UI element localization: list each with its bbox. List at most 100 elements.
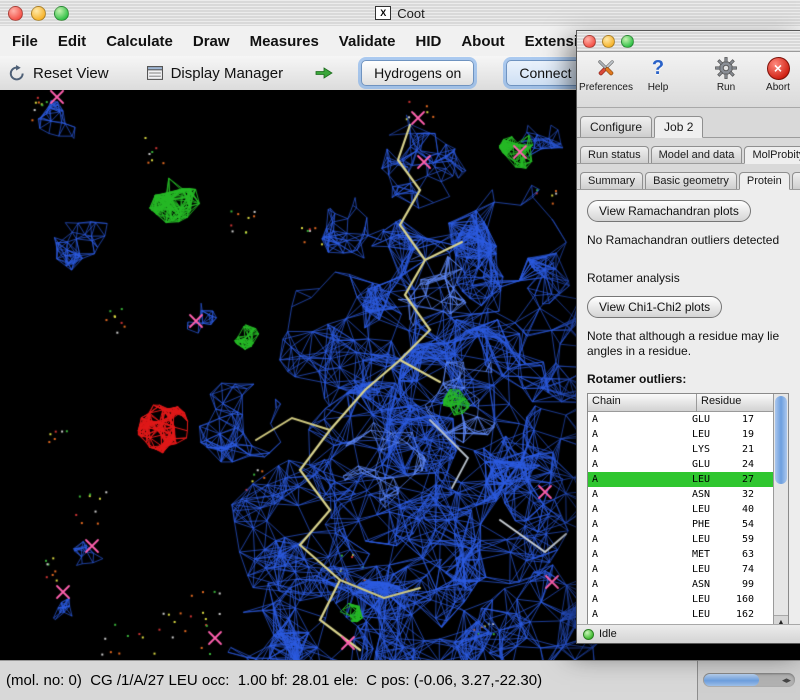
cell-residue: PHE xyxy=(692,519,728,530)
tab-model-and-data[interactable]: Model and data xyxy=(651,146,743,163)
atom-status-text: (mol. no: 0) CG /1/A/27 LEU occ: 1.00 bf… xyxy=(6,672,542,689)
reset-view-icon[interactable] xyxy=(8,65,25,82)
horizontal-scrollbar[interactable]: ◂▸ xyxy=(703,673,795,687)
minimize-button[interactable] xyxy=(31,6,46,21)
menu-draw[interactable]: Draw xyxy=(183,29,240,54)
run-button[interactable]: Run xyxy=(700,55,752,93)
status-dot-icon xyxy=(583,629,594,640)
column-header-chain[interactable]: Chain xyxy=(588,394,697,411)
table-row[interactable]: A LEU 162 xyxy=(588,607,773,622)
tool-status-text: Idle xyxy=(599,628,617,640)
cell-number: 21 xyxy=(728,444,754,455)
cell-residue: GLU xyxy=(692,414,728,425)
rotamer-analysis-label: Rotamer analysis xyxy=(587,271,800,285)
cell-chain: A xyxy=(588,549,692,560)
close-button[interactable] xyxy=(8,6,23,21)
tab-run-status[interactable]: Run status xyxy=(580,146,649,163)
main-titlebar[interactable]: X Coot xyxy=(0,0,800,27)
tool-zoom-button[interactable] xyxy=(621,35,634,48)
table-row[interactable]: A ASN 99 xyxy=(588,577,773,592)
menu-validate[interactable]: Validate xyxy=(329,29,406,54)
tab-molprobity[interactable]: MolProbity xyxy=(744,146,800,164)
preferences-button[interactable]: Preferences xyxy=(580,55,632,93)
table-row[interactable]: A GLU 24 xyxy=(588,457,773,472)
rotamer-table-body: A GLU 17 A LEU 19 A LYS 21 A GLU 24 A LE… xyxy=(588,412,773,624)
table-row[interactable]: A PHE 54 xyxy=(588,517,773,532)
connect-button[interactable]: Connect xyxy=(506,60,584,86)
hydrogens-toggle-button[interactable]: Hydrogens on xyxy=(361,60,474,86)
gear-icon xyxy=(713,55,739,81)
tab-basic-geometry[interactable]: Basic geometry xyxy=(645,172,737,189)
horizontal-scrollbar-thumb[interactable] xyxy=(704,674,759,686)
protein-validation-panel: View Ramachandran plots No Ramachandran … xyxy=(577,190,800,624)
cell-chain: A xyxy=(588,594,692,605)
cell-chain: A xyxy=(588,519,692,530)
table-row[interactable]: A LEU 27 xyxy=(588,472,773,487)
menu-file[interactable]: File xyxy=(2,29,48,54)
menu-hid[interactable]: HID xyxy=(406,29,452,54)
menu-about[interactable]: About xyxy=(451,29,514,54)
menu-edit[interactable]: Edit xyxy=(48,29,96,54)
scroll-up-icon[interactable]: ▲ xyxy=(778,619,785,624)
tab-configure[interactable]: Configure xyxy=(580,116,652,137)
rotamer-outliers-label: Rotamer outliers: xyxy=(587,372,800,386)
table-header: Chain Residue xyxy=(588,394,773,412)
table-row[interactable]: A LEU 160 xyxy=(588,592,773,607)
cell-number: 59 xyxy=(728,534,754,545)
table-row[interactable]: A LEU 19 xyxy=(588,427,773,442)
table-row[interactable]: A LYS 21 xyxy=(588,442,773,457)
menu-calculate[interactable]: Calculate xyxy=(96,29,183,54)
scrollbar-arrows-icon[interactable]: ◂▸ xyxy=(782,674,791,686)
tab-job-2[interactable]: Job 2 xyxy=(654,116,703,138)
bottom-right-scroll-panel: ◂▸ xyxy=(697,660,800,700)
cell-number: 32 xyxy=(728,489,754,500)
cell-chain: A xyxy=(588,609,692,620)
tab-protein[interactable]: Protein xyxy=(739,172,790,190)
cell-residue: LYS xyxy=(692,444,728,455)
tab-c[interactable]: C xyxy=(792,172,800,189)
zoom-button[interactable] xyxy=(54,6,69,21)
cell-chain: A xyxy=(588,489,692,500)
tool-window-controls xyxy=(583,35,634,48)
cell-residue: MET xyxy=(692,549,728,560)
table-row[interactable]: A LEU 59 xyxy=(588,532,773,547)
validation-tool-window: Preferences?HelpRun×Abort ConfigureJob 2… xyxy=(576,30,800,644)
column-header-residue[interactable]: Residue xyxy=(697,394,773,411)
table-scrollbar-thumb[interactable] xyxy=(775,396,787,484)
abort-icon: × xyxy=(765,55,791,81)
tool-close-button[interactable] xyxy=(583,35,596,48)
tools-icon xyxy=(593,55,619,81)
window-controls xyxy=(8,6,69,21)
green-arrow-icon[interactable] xyxy=(315,66,333,80)
window-title-area: X Coot xyxy=(0,0,800,26)
table-row[interactable]: A ASN 32 xyxy=(588,487,773,502)
view-ramachandran-plots-button[interactable]: View Ramachandran plots xyxy=(587,200,751,222)
cell-chain: A xyxy=(588,534,692,545)
cell-residue: LEU xyxy=(692,609,728,620)
cell-number: 54 xyxy=(728,519,754,530)
cell-number: 160 xyxy=(728,594,754,605)
tab-summary[interactable]: Summary xyxy=(580,172,643,189)
help-button[interactable]: ?Help xyxy=(632,55,684,93)
cell-number: 19 xyxy=(728,429,754,440)
menu-measures[interactable]: Measures xyxy=(240,29,329,54)
help-label: Help xyxy=(648,82,669,93)
table-row[interactable]: A GLU 17 xyxy=(588,412,773,427)
display-manager-button[interactable]: Display Manager xyxy=(171,65,284,82)
cell-number: 24 xyxy=(728,459,754,470)
abort-button[interactable]: ×Abort xyxy=(752,55,800,93)
ramachandran-message: No Ramachandran outliers detected xyxy=(587,233,800,247)
cell-residue: LEU xyxy=(692,429,728,440)
tool-minimize-button[interactable] xyxy=(602,35,615,48)
display-manager-icon[interactable] xyxy=(147,66,163,80)
tabs-job-sections: Run statusModel and dataMolProbity xyxy=(577,138,800,164)
reset-view-button[interactable]: Reset View xyxy=(33,65,109,82)
table-row[interactable]: A MET 63 xyxy=(588,547,773,562)
tool-titlebar[interactable] xyxy=(577,31,800,52)
table-row[interactable]: A LEU 40 xyxy=(588,502,773,517)
abort-label: Abort xyxy=(766,82,790,93)
table-scrollbar[interactable]: ▲ ▼ xyxy=(773,394,788,624)
table-row[interactable]: A LEU 74 xyxy=(588,562,773,577)
tool-toolbar: Preferences?HelpRun×Abort xyxy=(577,52,800,108)
view-chi1-chi2-plots-button[interactable]: View Chi1-Chi2 plots xyxy=(587,296,722,318)
